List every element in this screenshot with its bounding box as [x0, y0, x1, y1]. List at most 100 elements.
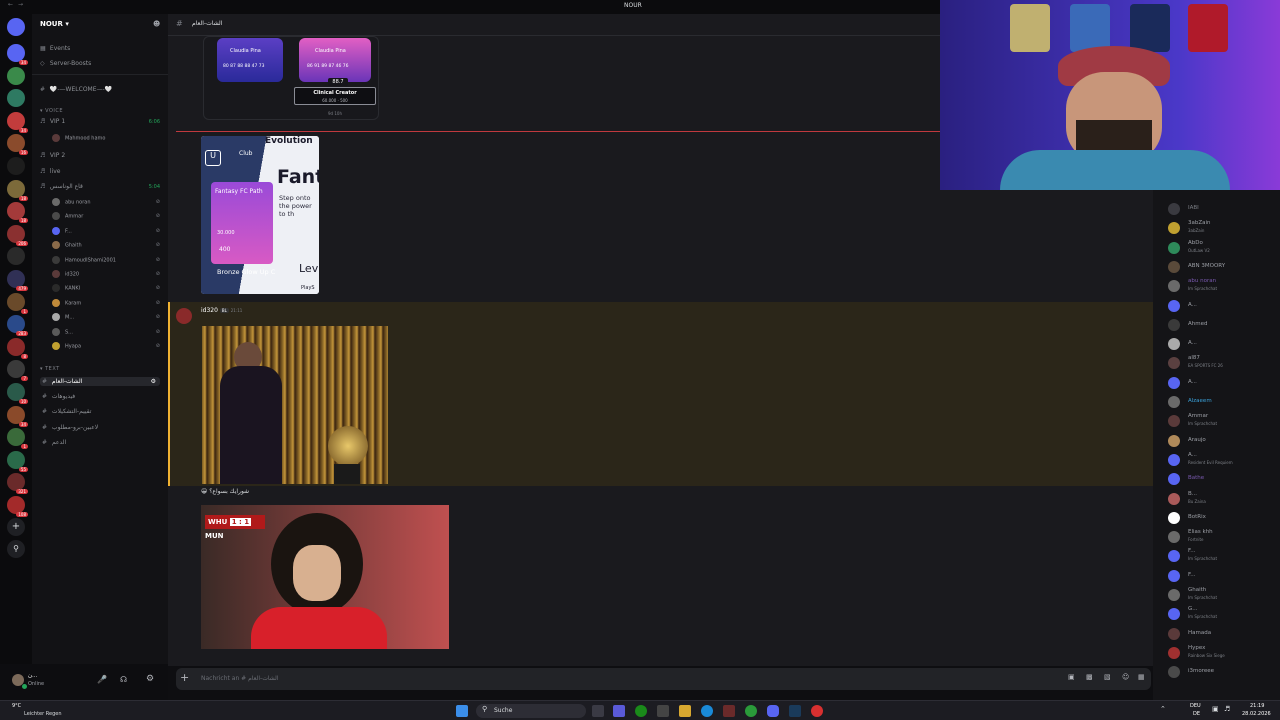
emoji-picker-icon[interactable]: ☺: [1122, 673, 1129, 681]
settings-gear-icon[interactable]: ⚙: [151, 378, 156, 385]
gift-icon[interactable]: ▣: [1068, 673, 1075, 681]
server-icon[interactable]: [7, 89, 25, 108]
server-icon[interactable]: [7, 157, 25, 175]
server-icon[interactable]: 8: [7, 337, 28, 359]
server-icon[interactable]: 55: [7, 450, 28, 472]
player-card-evolved[interactable]: Claudia Pina 86 91 89 87 46 76: [299, 38, 371, 82]
voice-channel[interactable]: ♬ VIP 2: [40, 152, 65, 159]
member-item[interactable]: IABI: [1168, 200, 1278, 219]
voice-user[interactable]: Ammar: [52, 212, 83, 221]
server-icon[interactable]: 321: [7, 473, 28, 495]
apps-icon[interactable]: ▦: [1138, 673, 1145, 681]
member-item[interactable]: 3abZain 3abZain: [1168, 219, 1278, 238]
voice-user[interactable]: M...: [52, 313, 74, 322]
message-input[interactable]: Nachricht an # الشات-العام: [201, 675, 279, 682]
discover-icon[interactable]: ⚲: [7, 540, 25, 558]
member-item[interactable]: A...: [1168, 335, 1278, 354]
chrome-icon[interactable]: [745, 705, 757, 717]
member-item[interactable]: A... Resident Evil Requiem: [1168, 451, 1278, 470]
server-icon[interactable]: 10: [7, 383, 28, 404]
server-icon[interactable]: 1: [7, 292, 28, 314]
add-server-icon[interactable]: +: [7, 518, 25, 536]
member-item[interactable]: ABN 3MOORY: [1168, 258, 1278, 277]
add-member-icon[interactable]: ☻: [153, 20, 160, 28]
text-channel[interactable]: # تقييم-التشكيلات: [40, 407, 160, 416]
message-author[interactable]: id320 BL 21:11: [201, 307, 242, 314]
headphones-icon[interactable]: ☊: [120, 675, 127, 684]
member-item[interactable]: Ammar Im Sprachchat: [1168, 412, 1278, 431]
search-box[interactable]: ⚲ Suche: [476, 704, 586, 718]
store-icon[interactable]: [657, 705, 669, 717]
weather-temp[interactable]: 9°C: [12, 703, 21, 709]
teams-icon[interactable]: [613, 705, 625, 717]
member-item[interactable]: Araujo: [1168, 432, 1278, 451]
voice-channel[interactable]: ♬ قاع الوناسس: [40, 183, 83, 190]
message-image-gala[interactable]: [202, 326, 388, 484]
member-item[interactable]: F... Im Sprachchat: [1168, 547, 1278, 566]
sidebar-item-server-boosts[interactable]: ◇ Server-Boosts: [40, 60, 91, 67]
voice-user[interactable]: S...: [52, 327, 73, 336]
server-icon[interactable]: 206: [7, 224, 28, 246]
steam-icon[interactable]: [789, 705, 801, 717]
text-channel[interactable]: # الدعم: [40, 438, 160, 447]
lang-code[interactable]: DEU: [1190, 703, 1201, 709]
obs-icon[interactable]: [811, 705, 823, 717]
member-item[interactable]: abu noran Im Sprachchat: [1168, 277, 1278, 296]
folder-icon[interactable]: [679, 705, 691, 717]
member-item[interactable]: A...: [1168, 374, 1278, 393]
member-item[interactable]: B... Bu Zaina: [1168, 490, 1278, 509]
evolution-screenshot[interactable]: U Club Evolution Fanta Step onto the pow…: [201, 136, 319, 294]
voice-channel[interactable]: ♬ live: [40, 168, 61, 175]
avatar[interactable]: [176, 308, 192, 324]
volume-icon[interactable]: ♬: [1224, 705, 1230, 713]
windows-start-icon[interactable]: [456, 705, 468, 717]
member-item[interactable]: Ahmed: [1168, 316, 1278, 335]
sidebar-item-events[interactable]: ▦ Events: [40, 45, 70, 52]
member-item[interactable]: Hypex Rainbow Six Siege: [1168, 644, 1278, 663]
server-icon[interactable]: [7, 66, 25, 85]
voice-user[interactable]: Mahmood hamo: [52, 134, 105, 142]
settings-gear-icon[interactable]: ⚙: [146, 674, 154, 684]
sticker-icon[interactable]: ▧: [1104, 673, 1111, 681]
guild-name[interactable]: NOUR ▾: [40, 20, 69, 28]
lang-region[interactable]: DE: [1193, 711, 1200, 717]
task-view-icon[interactable]: [592, 705, 604, 717]
server-icon[interactable]: 108: [7, 496, 28, 517]
network-icon[interactable]: ▣: [1212, 705, 1219, 713]
member-item[interactable]: Elias khh Fortnite: [1168, 528, 1278, 547]
add-attachment-icon[interactable]: +: [180, 671, 189, 684]
edge-icon[interactable]: [701, 705, 713, 717]
server-icon[interactable]: 34: [7, 405, 28, 427]
xbox-icon[interactable]: [635, 705, 647, 717]
voice-channel[interactable]: ♬ VIP 1: [40, 118, 65, 125]
member-item[interactable]: AbDo OutLaw V2: [1168, 239, 1278, 258]
member-item[interactable]: Ghaith Im Sprachchat: [1168, 586, 1278, 605]
clock-date[interactable]: 28.02.2026: [1242, 711, 1271, 717]
player-card[interactable]: Claudia Pina 80 87 88 88 47 73: [217, 38, 283, 82]
voice-user[interactable]: F...: [52, 226, 72, 235]
voice-user[interactable]: Ghaith: [52, 241, 82, 250]
voice-user[interactable]: Hyapa: [52, 342, 81, 350]
member-item[interactable]: Bathe: [1168, 470, 1278, 489]
server-icon[interactable]: 34: [7, 44, 28, 65]
server-icon[interactable]: 16: [7, 134, 28, 156]
back-icon[interactable]: ←: [8, 1, 13, 8]
discord-icon[interactable]: [767, 705, 779, 717]
member-item[interactable]: BotRix: [1168, 509, 1278, 528]
capcut-icon[interactable]: [723, 705, 735, 717]
direct-messages-icon[interactable]: [7, 18, 25, 36]
server-icon[interactable]: 18: [7, 179, 28, 201]
text-category[interactable]: ▾ TEXT: [40, 366, 60, 372]
member-item[interactable]: G... Im Sprachchat: [1168, 605, 1278, 624]
member-item[interactable]: i3moreee: [1168, 663, 1278, 682]
gif-icon[interactable]: ▩: [1086, 673, 1093, 681]
clock-time[interactable]: 21:19: [1250, 703, 1264, 709]
text-channel[interactable]: # الشات-العام ⚙: [40, 377, 160, 386]
voice-category[interactable]: ▾ VOICE: [40, 108, 63, 114]
member-item[interactable]: A...: [1168, 297, 1278, 316]
member-item[interactable]: al87 EA SPORTS FC 26: [1168, 354, 1278, 373]
message-image-reaction[interactable]: WHU 1 : 1 MUN: [201, 505, 449, 649]
voice-user[interactable]: id320: [52, 270, 79, 278]
tray-chevron-icon[interactable]: ⌃: [1160, 705, 1166, 713]
member-item[interactable]: Alzaeem: [1168, 393, 1278, 412]
